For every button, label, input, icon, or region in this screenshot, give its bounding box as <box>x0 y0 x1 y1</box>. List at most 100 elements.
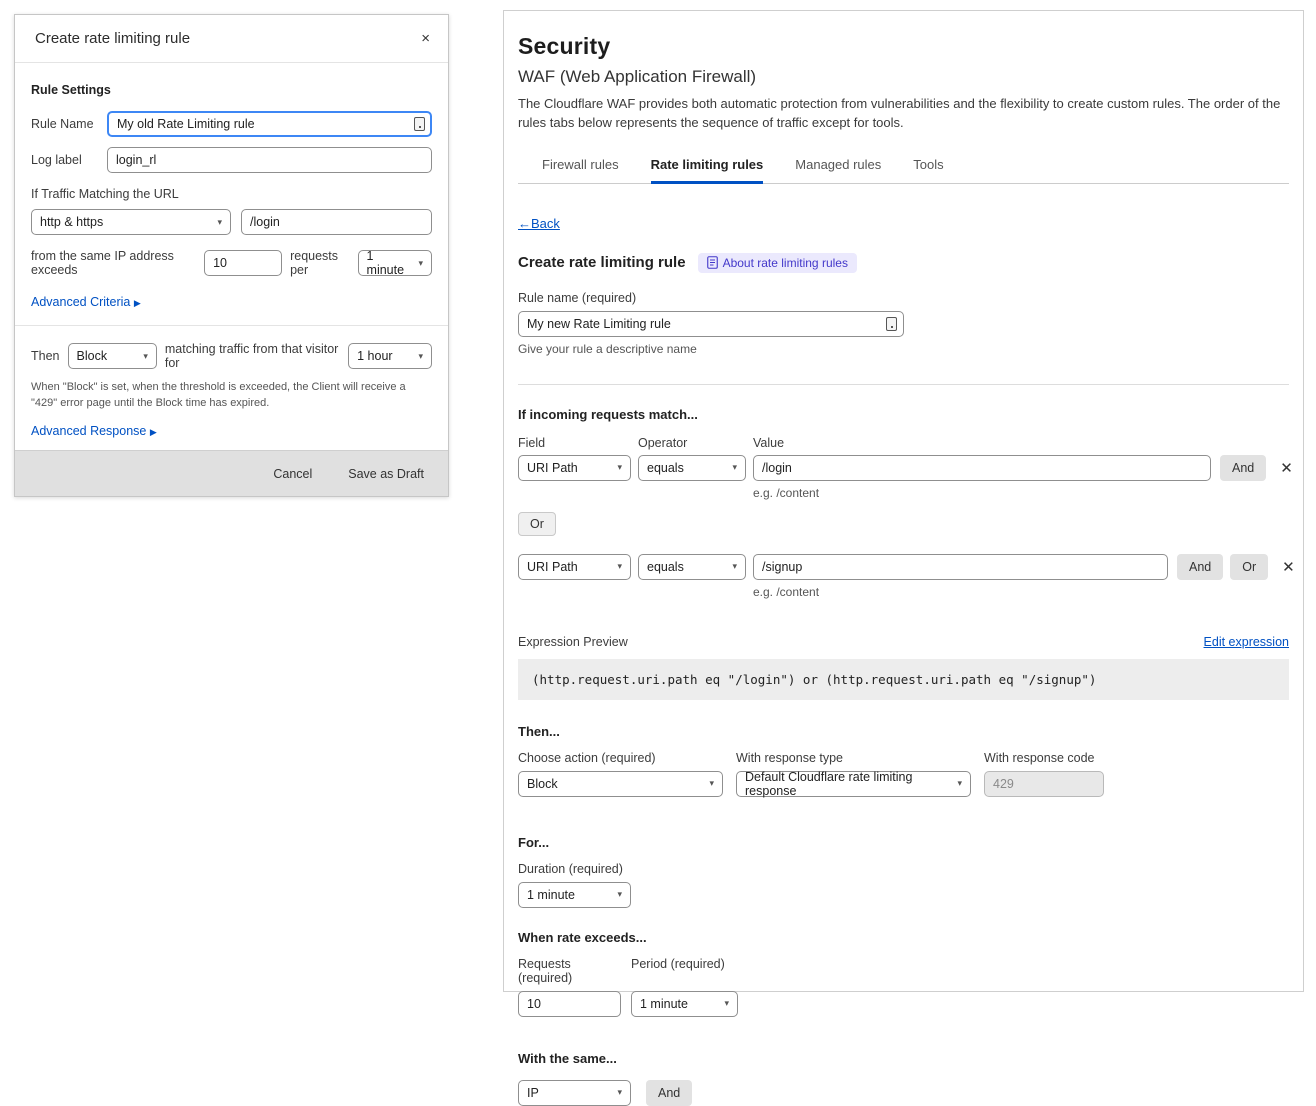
back-link[interactable]: ←Back <box>518 216 560 231</box>
caret-down-icon: ▾ <box>732 561 737 572</box>
action-label: Choose action (required) <box>518 751 723 765</box>
same-characteristic-select[interactable]: IP ▾ <box>518 1080 631 1106</box>
tab-tools[interactable]: Tools <box>913 151 943 184</box>
response-type-select[interactable]: Default Cloudflare rate limiting respons… <box>736 771 971 797</box>
form-title: Create rate limiting rule <box>518 254 686 271</box>
cancel-button[interactable]: Cancel <box>273 467 312 481</box>
and-button[interactable]: And <box>1220 455 1266 481</box>
security-waf-panel: Security WAF (Web Application Firewall) … <box>503 10 1304 992</box>
rule-name-label: Rule Name <box>31 117 107 131</box>
field-select[interactable]: URI Path ▾ <box>518 455 631 481</box>
arrow-left-icon: ← <box>518 216 531 231</box>
caret-down-icon: ▾ <box>617 1087 622 1098</box>
block-note: When "Block" is set, when the threshold … <box>31 380 429 412</box>
or-connector-button[interactable]: Or <box>518 512 556 536</box>
threshold-input[interactable] <box>204 250 282 276</box>
operator-select[interactable]: equals ▾ <box>638 455 746 481</box>
threshold-prefix: from the same IP address exceeds <box>31 249 196 277</box>
caret-down-icon: ▾ <box>418 351 423 362</box>
remove-condition-icon[interactable]: ✕ <box>1278 459 1295 477</box>
autofill-icon <box>886 317 897 331</box>
save-as-draft-button[interactable]: Save as Draft <box>348 467 424 481</box>
caret-down-icon: ▾ <box>617 889 622 900</box>
about-rate-limiting-badge[interactable]: About rate limiting rules <box>698 253 857 273</box>
field-column-label: Field <box>518 436 631 450</box>
then-heading: Then... <box>518 724 1289 739</box>
rule-name-label: Rule name (required) <box>518 291 1289 305</box>
tab-managed-rules[interactable]: Managed rules <box>795 151 881 184</box>
log-label-input[interactable] <box>107 147 432 173</box>
action-select[interactable]: Block ▾ <box>68 343 157 369</box>
period-select[interactable]: 1 minute ▾ <box>358 250 432 276</box>
value-input[interactable] <box>753 554 1168 580</box>
page-subtitle: WAF (Web Application Firewall) <box>518 67 1289 87</box>
caret-down-icon: ▾ <box>724 998 729 1009</box>
operator-select[interactable]: equals ▾ <box>638 554 746 580</box>
caret-down-icon: ▾ <box>617 462 622 473</box>
modal-footer: Cancel Save as Draft <box>15 450 448 496</box>
modal-title: Create rate limiting rule <box>35 30 190 47</box>
threshold-middle: requests per <box>290 249 349 277</box>
chevron-right-icon: ▶ <box>134 298 141 308</box>
value-hint: e.g. /content <box>753 486 1289 500</box>
response-code-label: With response code <box>984 751 1094 765</box>
and-button[interactable]: And <box>1177 554 1223 580</box>
value-input[interactable] <box>753 455 1211 481</box>
field-select[interactable]: URI Path ▾ <box>518 554 631 580</box>
traffic-match-label: If Traffic Matching the URL <box>31 187 432 201</box>
rule-name-input[interactable] <box>107 111 432 137</box>
tab-firewall-rules[interactable]: Firewall rules <box>542 151 619 184</box>
caret-down-icon: ▾ <box>957 778 962 789</box>
period-select[interactable]: 1 minute ▾ <box>631 991 738 1017</box>
autofill-icon <box>414 117 425 131</box>
scheme-select[interactable]: http & https ▾ <box>31 209 231 235</box>
response-code-input <box>984 771 1104 797</box>
and-characteristic-button[interactable]: And <box>646 1080 692 1106</box>
rule-name-helper: Give your rule a descriptive name <box>518 342 1289 356</box>
value-column-label: Value <box>753 436 784 450</box>
caret-down-icon: ▾ <box>709 778 714 789</box>
match-heading: If incoming requests match... <box>518 407 1289 422</box>
then-middle: matching traffic from that visitor for <box>165 342 340 370</box>
tab-rate-limiting-rules[interactable]: Rate limiting rules <box>651 151 764 184</box>
requests-input[interactable] <box>518 991 621 1017</box>
divider <box>518 384 1289 385</box>
caret-down-icon: ▾ <box>617 561 622 572</box>
response-type-label: With response type <box>736 751 971 765</box>
caret-down-icon: ▾ <box>143 351 148 362</box>
advanced-response-link[interactable]: Advanced Response ▶ <box>31 424 157 438</box>
condition-row: URI Path ▾ equals ▾ And Or ✕ <box>518 554 1289 580</box>
duration-label: Duration (required) <box>518 862 1289 876</box>
condition-row: URI Path ▾ equals ▾ And ✕ <box>518 455 1289 481</box>
divider <box>15 325 448 326</box>
advanced-criteria-link[interactable]: Advanced Criteria ▶ <box>31 295 141 309</box>
log-label-label: Log label <box>31 153 107 167</box>
chevron-right-icon: ▶ <box>150 427 157 437</box>
edit-expression-link[interactable]: Edit expression <box>1204 635 1289 649</box>
create-rate-limit-modal: Create rate limiting rule × Rule Setting… <box>14 14 449 497</box>
expression-preview: (http.request.uri.path eq "/login") or (… <box>518 659 1289 700</box>
period-label: Period (required) <box>631 957 725 985</box>
action-select[interactable]: Block ▾ <box>518 771 723 797</box>
page-title: Security <box>518 33 1289 60</box>
remove-condition-icon[interactable]: ✕ <box>1280 558 1297 576</box>
document-icon <box>707 256 718 269</box>
rate-heading: When rate exceeds... <box>518 930 1289 945</box>
caret-down-icon: ▾ <box>418 258 423 269</box>
expression-preview-label: Expression Preview <box>518 635 628 649</box>
requests-label: Requests (required) <box>518 957 621 985</box>
rule-name-input[interactable] <box>518 311 904 337</box>
then-label: Then <box>31 349 60 363</box>
rule-settings-heading: Rule Settings <box>31 83 432 97</box>
operator-column-label: Operator <box>638 436 746 450</box>
ban-duration-select[interactable]: 1 hour ▾ <box>348 343 432 369</box>
caret-down-icon: ▾ <box>217 217 222 228</box>
url-input[interactable] <box>241 209 432 235</box>
or-button[interactable]: Or <box>1230 554 1268 580</box>
waf-tabs: Firewall rules Rate limiting rules Manag… <box>518 151 1289 184</box>
modal-header: Create rate limiting rule × <box>15 15 448 63</box>
value-hint: e.g. /content <box>753 585 1289 599</box>
duration-select[interactable]: 1 minute ▾ <box>518 882 631 908</box>
close-icon[interactable]: × <box>419 30 432 47</box>
for-heading: For... <box>518 835 1289 850</box>
